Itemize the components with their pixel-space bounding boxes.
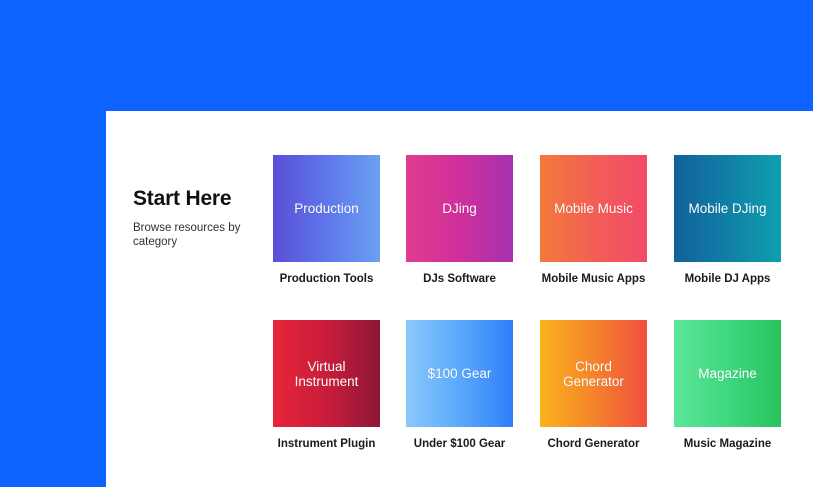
category-caption[interactable]: Under $100 Gear [406,438,513,450]
thumbnail-label: Chord Generator [563,358,624,389]
category-tile-chord-generator[interactable]: Chord Generator Chord Generator [540,320,647,450]
category-caption[interactable]: Music Magazine [674,438,781,450]
category-thumbnail[interactable]: Virtual Instrument [273,320,380,427]
category-tile-mobile-djing[interactable]: Mobile DJing Mobile DJ Apps [674,155,781,285]
category-caption[interactable]: Chord Generator [540,438,647,450]
thumbnail-label: Mobile DJing [688,201,767,216]
category-thumbnail[interactable]: Mobile DJing [674,155,781,262]
section-subtitle: Browse resources by category [133,222,241,248]
thumbnail-label: Magazine [698,366,757,381]
thumbnail-label: Virtual Instrument [294,358,359,389]
content-panel: Start Here Browse resources by category … [106,111,813,487]
thumbnail-label: Production [294,201,359,216]
category-tile-virtual-instrument[interactable]: Virtual Instrument Instrument Plugin [273,320,380,450]
category-thumbnail[interactable]: Magazine [674,320,781,427]
section-title: Start Here [133,187,232,210]
category-thumbnail[interactable]: DJing [406,155,513,262]
category-tile-mobile-music[interactable]: Mobile Music Mobile Music Apps [540,155,647,285]
category-caption[interactable]: Production Tools [273,273,380,285]
category-caption[interactable]: Mobile Music Apps [540,273,647,285]
intro-section: Start Here Browse resources by category [133,187,263,249]
category-tile-magazine[interactable]: Magazine Music Magazine [674,320,781,450]
category-tile-gear[interactable]: $100 Gear Under $100 Gear [406,320,513,450]
thumbnail-label: $100 Gear [427,366,492,381]
category-tile-djing[interactable]: DJing DJs Software [406,155,513,285]
category-thumbnail[interactable]: Production [273,155,380,262]
category-thumbnail[interactable]: Chord Generator [540,320,647,427]
category-caption[interactable]: Mobile DJ Apps [674,273,781,285]
category-thumbnail[interactable]: Mobile Music [540,155,647,262]
category-thumbnail[interactable]: $100 Gear [406,320,513,427]
thumbnail-label: Mobile Music [554,201,633,216]
thumbnail-label: DJing [442,201,477,216]
category-caption[interactable]: DJs Software [406,273,513,285]
category-caption[interactable]: Instrument Plugin [273,438,380,450]
category-tile-production[interactable]: Production Production Tools [273,155,380,285]
